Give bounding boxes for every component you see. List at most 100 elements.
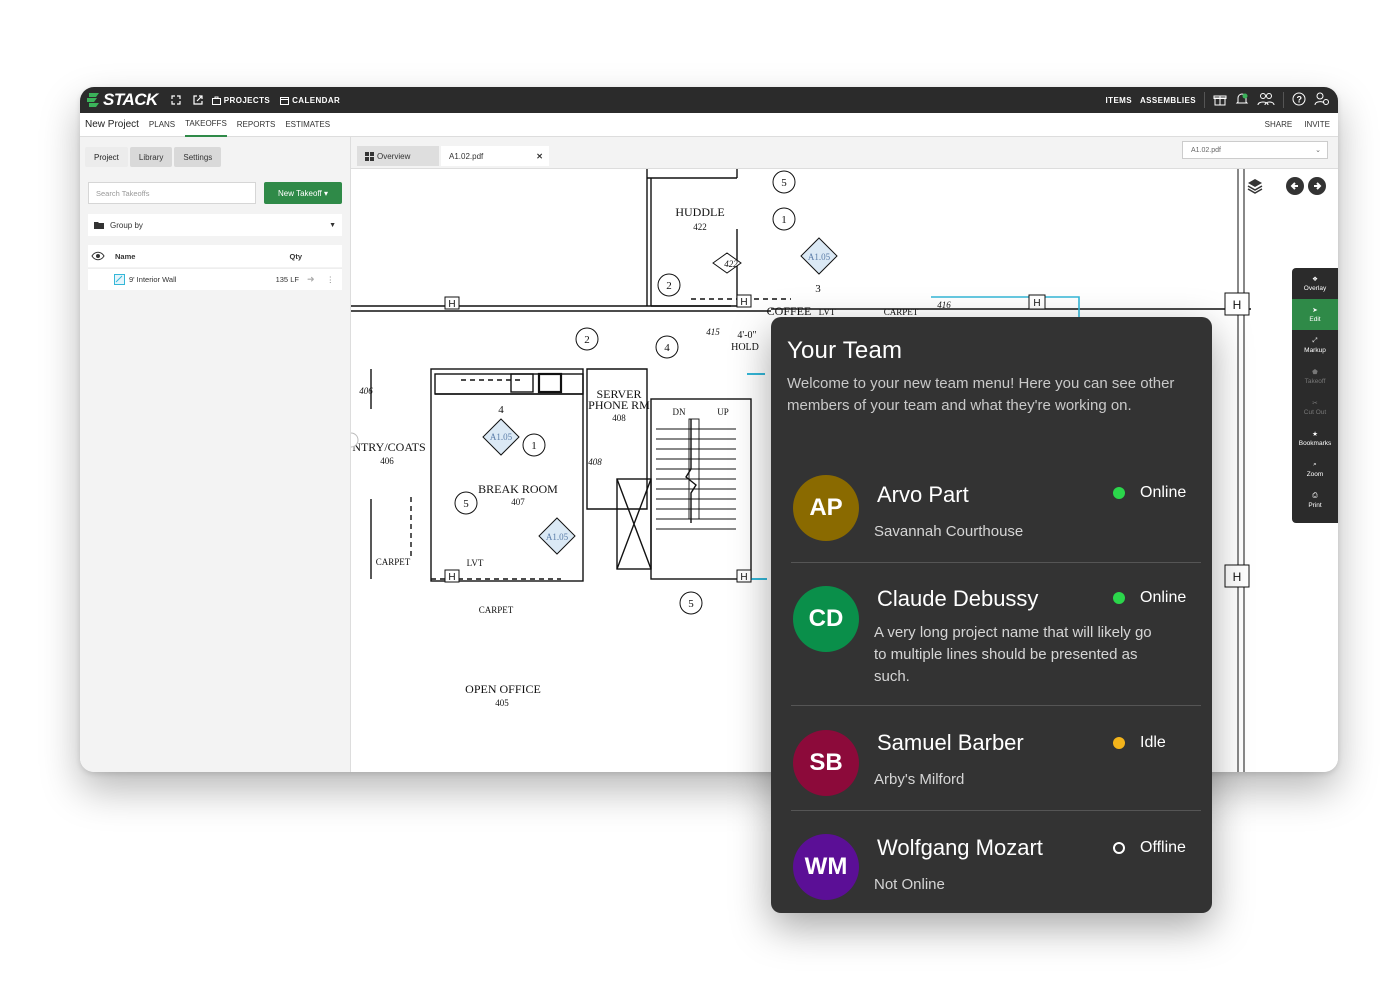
sheet-select[interactable]: A1.02.pdf ⌄ (1182, 141, 1328, 159)
arrow-right-icon[interactable] (1308, 177, 1326, 195)
member-project: Not Online (874, 876, 945, 893)
status-label: Online (1140, 484, 1187, 501)
calendar-icon (280, 96, 290, 105)
tab-settings[interactable]: Settings (174, 147, 222, 167)
tab-library[interactable]: Library (129, 147, 173, 167)
tool-print[interactable]: ⎙ Print (1292, 485, 1338, 516)
tool-bookmarks[interactable]: ★ Bookmarks (1292, 423, 1338, 454)
group-by-label: Group by (110, 220, 143, 230)
tab-overview[interactable]: Overview (357, 146, 439, 166)
user-settings-icon[interactable] (1314, 92, 1330, 108)
member-project: Savannah Courthouse (874, 523, 1024, 540)
calendar-link[interactable]: CALENDAR (280, 96, 340, 105)
assemblies-link[interactable]: ASSEMBLIES (1140, 96, 1196, 105)
tool-takeoff-label: Takeoff (1304, 378, 1326, 385)
takeoff-row[interactable]: 9' Interior Wall 135 LF ➜ ⋮ (88, 268, 342, 290)
tool-print-label: Print (1308, 502, 1322, 509)
search-takeoffs-input[interactable]: Search Takeoffs (88, 182, 256, 204)
tab-plans[interactable]: PLANS (149, 113, 175, 137)
eye-icon[interactable] (91, 251, 105, 261)
markup-icon: ⤢ (1312, 337, 1318, 344)
sheet-select-value: A1.02.pdf (1191, 146, 1221, 154)
invite-button[interactable]: INVITE (1304, 120, 1330, 129)
arrow-right-icon[interactable]: ➜ (307, 274, 315, 285)
tag-2b: 2 (584, 334, 590, 346)
new-takeoff-button[interactable]: New Takeoff ▾ (264, 182, 342, 204)
tag-416: 416 (937, 300, 951, 310)
fullscreen-icon[interactable] (168, 92, 184, 108)
tool-markup-label: Markup (1304, 347, 1326, 354)
arrow-left-icon[interactable] (1286, 177, 1304, 195)
takeoff-sidebar: Project Library Settings Search Takeoffs… (80, 137, 351, 772)
projects-link[interactable]: PROJECTS (211, 96, 270, 105)
ref-a105: A1.05 (808, 252, 831, 262)
label-hold: HOLD (731, 342, 759, 353)
h-marker-5: H (1233, 298, 1242, 312)
label-carpet-3: CARPET (479, 605, 514, 615)
team-panel-intro: Welcome to your new team menu! Here you … (787, 375, 1175, 414)
star-icon: ★ (1312, 431, 1318, 438)
h-marker-7: H (1033, 298, 1040, 309)
grid-icon (365, 151, 374, 161)
tool-edit[interactable]: ➤ Edit (1292, 299, 1338, 330)
tool-overlay[interactable]: ❖ Overlay (1292, 268, 1338, 299)
room-open-office: OPEN OFFICE (465, 682, 541, 696)
tool-cut-out-label: Cut Out (1303, 409, 1327, 416)
team-member[interactable]: AP Arvo Part Savannah Courthouse Online (791, 461, 1201, 563)
close-icon[interactable]: ✕ (536, 152, 543, 161)
label-carpet: CARPET (884, 307, 919, 317)
team-member[interactable]: WM Wolfgang Mozart Not Online Offline (791, 811, 1201, 911)
items-link[interactable]: ITEMS (1106, 96, 1132, 105)
zoom-icon: ⌕ (1313, 461, 1317, 468)
label-lvt-2: LVT (467, 558, 484, 568)
more-vertical-icon[interactable]: ⋮ (327, 275, 335, 284)
tool-takeoff[interactable]: ⬟ Takeoff (1292, 361, 1338, 392)
label-dimension: 4'-0" (737, 330, 756, 341)
gift-icon[interactable] (1213, 92, 1227, 108)
team-member[interactable]: CD Claude Debussy A very long project na… (791, 563, 1201, 706)
layers-icon[interactable] (1246, 177, 1264, 195)
tab-takeoffs[interactable]: TAKEOFFS (185, 113, 227, 137)
project-name[interactable]: New Project (85, 119, 139, 130)
group-by-select[interactable]: Group by ▼ (88, 214, 342, 236)
help-icon[interactable]: ? (1292, 92, 1306, 108)
tool-markup[interactable]: ⤢ Markup (1292, 330, 1338, 361)
chevron-down-icon: ▼ (329, 221, 336, 229)
h-marker-4: H (740, 572, 747, 583)
room-huddle-number: 422 (693, 222, 707, 232)
team-icon[interactable] (1257, 92, 1275, 108)
svg-text:?: ? (1297, 95, 1303, 105)
tag-4b: 4 (498, 404, 504, 416)
avatar-initials: CD (808, 605, 844, 632)
room-entry-number: 406 (380, 456, 394, 466)
cursor-icon: ➤ (1312, 307, 1318, 314)
tool-zoom[interactable]: ⌕ Zoom (1292, 454, 1338, 485)
share-button[interactable]: SHARE (1265, 120, 1293, 129)
tab-reports[interactable]: REPORTS (237, 113, 276, 137)
status-online-icon (1113, 487, 1125, 499)
notification-bell-icon[interactable] (1235, 92, 1249, 108)
label-coffee: COFFEE (767, 304, 812, 318)
sub-nav: New Project PLANS TAKEOFFS REPORTS ESTIM… (80, 113, 1338, 137)
tab-pdf[interactable]: A1.02.pdf ✕ (441, 146, 549, 166)
team-panel: Your Team Welcome to your new team menu!… (771, 317, 1212, 913)
stack-logo-icon (87, 93, 99, 107)
tag-1b: 1 (531, 440, 537, 452)
tab-estimates[interactable]: ESTIMATES (285, 113, 330, 137)
print-icon: ⎙ (1312, 492, 1318, 499)
tool-cut-out[interactable]: ✂ Cut Out (1292, 392, 1338, 423)
team-member[interactable]: SB Samuel Barber Arby's Milford Idle (791, 706, 1201, 811)
calendar-label: CALENDAR (292, 95, 341, 105)
tab-project[interactable]: Project (85, 147, 128, 167)
logo-text: STACK (103, 90, 158, 109)
viewer-tabs: Overview A1.02.pdf ✕ A1.02.pdf ⌄ (351, 137, 1338, 169)
stack-logo[interactable]: STACK (86, 90, 158, 110)
chevron-down-icon: ⌄ (1315, 147, 1321, 154)
room-phone: PHONE RM (588, 398, 650, 412)
folder-icon (94, 222, 104, 229)
room-server-number: 408 (612, 413, 626, 423)
external-link-icon[interactable] (190, 92, 206, 108)
member-name: Claude Debussy (877, 586, 1039, 611)
avatar-initials: WM (804, 853, 848, 880)
tag-2: 2 (666, 280, 672, 292)
